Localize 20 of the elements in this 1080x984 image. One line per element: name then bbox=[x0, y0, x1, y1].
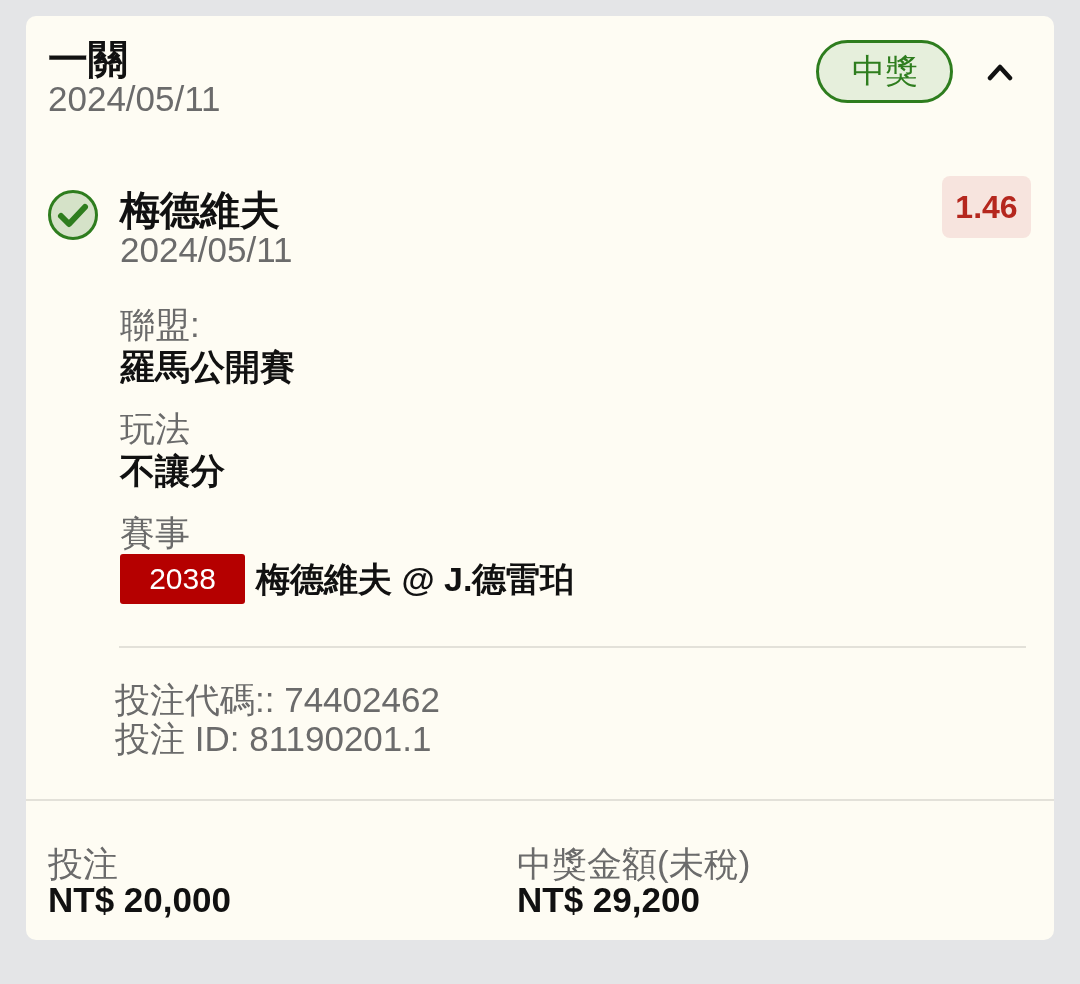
odds-badge: 1.46 bbox=[942, 176, 1031, 238]
summary-label: 投注 bbox=[48, 846, 119, 882]
event-matchup: 梅德維夫 @ J.德雷珀 bbox=[256, 559, 575, 600]
selection-name: 梅德維夫 bbox=[120, 189, 281, 231]
status-badge: 中獎 bbox=[816, 40, 953, 103]
bet-reference: 投注 ID: 81190201.1 bbox=[115, 719, 433, 758]
event-label: 賽事 bbox=[120, 512, 191, 554]
summary-label: 中獎金額(未稅) bbox=[517, 846, 752, 882]
summary-amount: NT$ 20,000 bbox=[48, 882, 232, 918]
bet-date: 2024/05/11 bbox=[48, 80, 221, 118]
detail-label: 玩法 bbox=[120, 408, 191, 450]
detail-value: 羅馬公開賽 bbox=[120, 346, 296, 388]
bet-reference: 投注代碼:: 74402462 bbox=[115, 680, 441, 719]
detail-value: 不讓分 bbox=[120, 450, 226, 492]
summary-amount: NT$ 29,200 bbox=[517, 882, 700, 918]
event-number-badge: 2038 bbox=[120, 554, 245, 604]
bet-type-title: 一關 bbox=[48, 38, 129, 80]
chevron-up-icon bbox=[987, 62, 1013, 81]
detail-label: 聯盟: bbox=[120, 304, 201, 346]
selection-date: 2024/05/11 bbox=[120, 231, 294, 269]
